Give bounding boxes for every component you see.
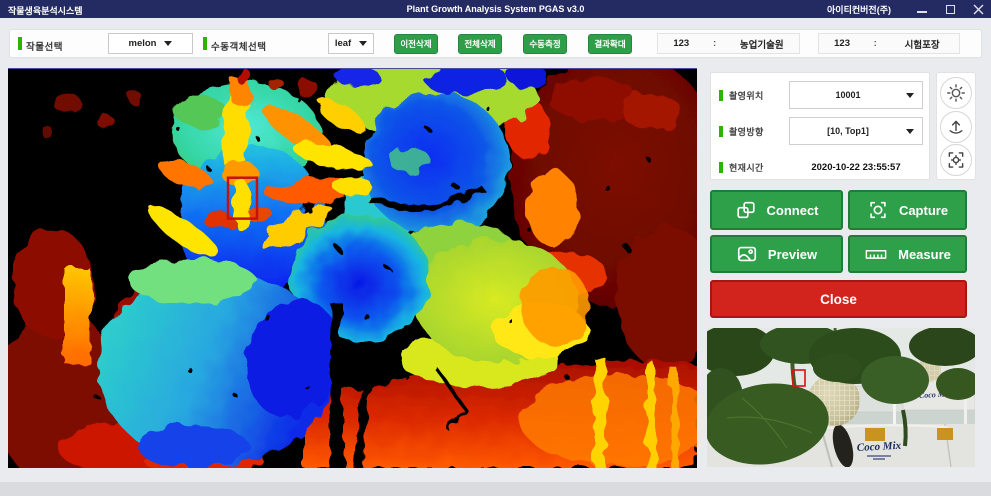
maximize-button[interactable] [943,2,957,16]
org-separator: : [705,38,725,49]
org-code: 123 [658,38,705,49]
object-select-marker [203,37,207,50]
close-button[interactable]: Close [710,280,967,318]
manual-measure-button[interactable]: 수동측정 [523,34,567,54]
preview-label: Preview [768,247,817,262]
company-name: 아이티컨버전(주) [827,3,891,16]
site-separator: : [865,38,885,49]
connect-icon [735,199,757,221]
toolbar: 작물선택 melon 수동객체선택 leaf 이전삭제 전체삭제 수동측정 결과… [10,30,981,57]
capture-location-label: 촬영위치 [729,89,764,102]
zoom-result-button[interactable]: 결과확대 [588,34,632,54]
autofocus-button[interactable] [940,144,972,176]
preview-icon [736,243,758,265]
capture-icon [867,199,889,221]
gear-icon [946,83,966,103]
capture-location-value: 10001 [790,90,906,100]
capture-location-dropdown[interactable]: 10001 [789,81,923,109]
current-time-label: 현재시간 [729,161,764,174]
preview-button[interactable]: Preview [710,235,843,273]
site-code: 123 [819,38,865,49]
crop-select-label: 작물선택 [26,39,63,53]
site-field[interactable]: 123 : 시험포장 [818,33,960,54]
ruler-icon [864,243,888,265]
object-select-dropdown[interactable]: leaf [328,33,374,54]
crop-select-marker [18,37,22,50]
app-window: 작물생육분석시스템 Plant Growth Analysis System P… [0,0,991,496]
current-time-marker [719,162,723,173]
current-time-value: 2020-10-22 23:55:57 [781,153,931,181]
delete-previous-button[interactable]: 이전삭제 [394,34,438,54]
crop-select-dropdown[interactable]: melon [108,33,193,54]
minimize-button[interactable] [915,2,929,16]
measure-label: Measure [898,247,951,262]
site-name: 시험포장 [885,37,959,51]
grow-bag-label-center: Coco Mix [857,440,902,454]
title-bar: 작물생육분석시스템 Plant Growth Analysis System P… [0,0,991,18]
delete-all-button[interactable]: 전체삭제 [458,34,502,54]
object-select-value: leaf [335,38,351,49]
chevron-down-icon [906,129,914,134]
org-name: 농업기술원 [725,37,799,51]
depth-map-view[interactable] [8,68,697,468]
autofocus-icon [946,150,966,170]
connect-label: Connect [767,203,819,218]
capture-direction-marker [719,126,723,137]
close-window-button[interactable] [971,2,985,16]
upload-icon [946,117,966,137]
connect-button[interactable]: Connect [710,190,843,230]
tool-icon-panel [936,72,976,180]
maximize-icon [946,5,955,14]
close-icon [973,4,984,15]
chevron-down-icon [906,93,914,98]
chevron-down-icon [164,41,172,46]
object-select-label: 수동객체선택 [211,39,266,53]
capture-direction-value: [10, Top1] [790,126,906,136]
measure-button[interactable]: Measure [848,235,967,273]
upload-button[interactable] [940,111,972,143]
settings-button[interactable] [940,77,972,109]
photo-preview: Coco Mix Coco Coco Mix [707,328,975,467]
capture-location-marker [719,90,723,101]
capture-button[interactable]: Capture [848,190,967,230]
org-field[interactable]: 123 : 농업기술원 [657,33,800,54]
capture-direction-dropdown[interactable]: [10, Top1] [789,117,923,145]
bottom-strip [0,482,991,496]
capture-direction-label: 촬영방향 [729,125,764,138]
capture-label: Capture [899,203,948,218]
minimize-icon [917,11,927,13]
crop-select-value: melon [129,38,157,49]
chevron-down-icon [359,41,367,46]
capture-info-panel: 촬영위치 10001 촬영방향 [10, Top1] 현재시간 2020-10-… [710,72,930,180]
